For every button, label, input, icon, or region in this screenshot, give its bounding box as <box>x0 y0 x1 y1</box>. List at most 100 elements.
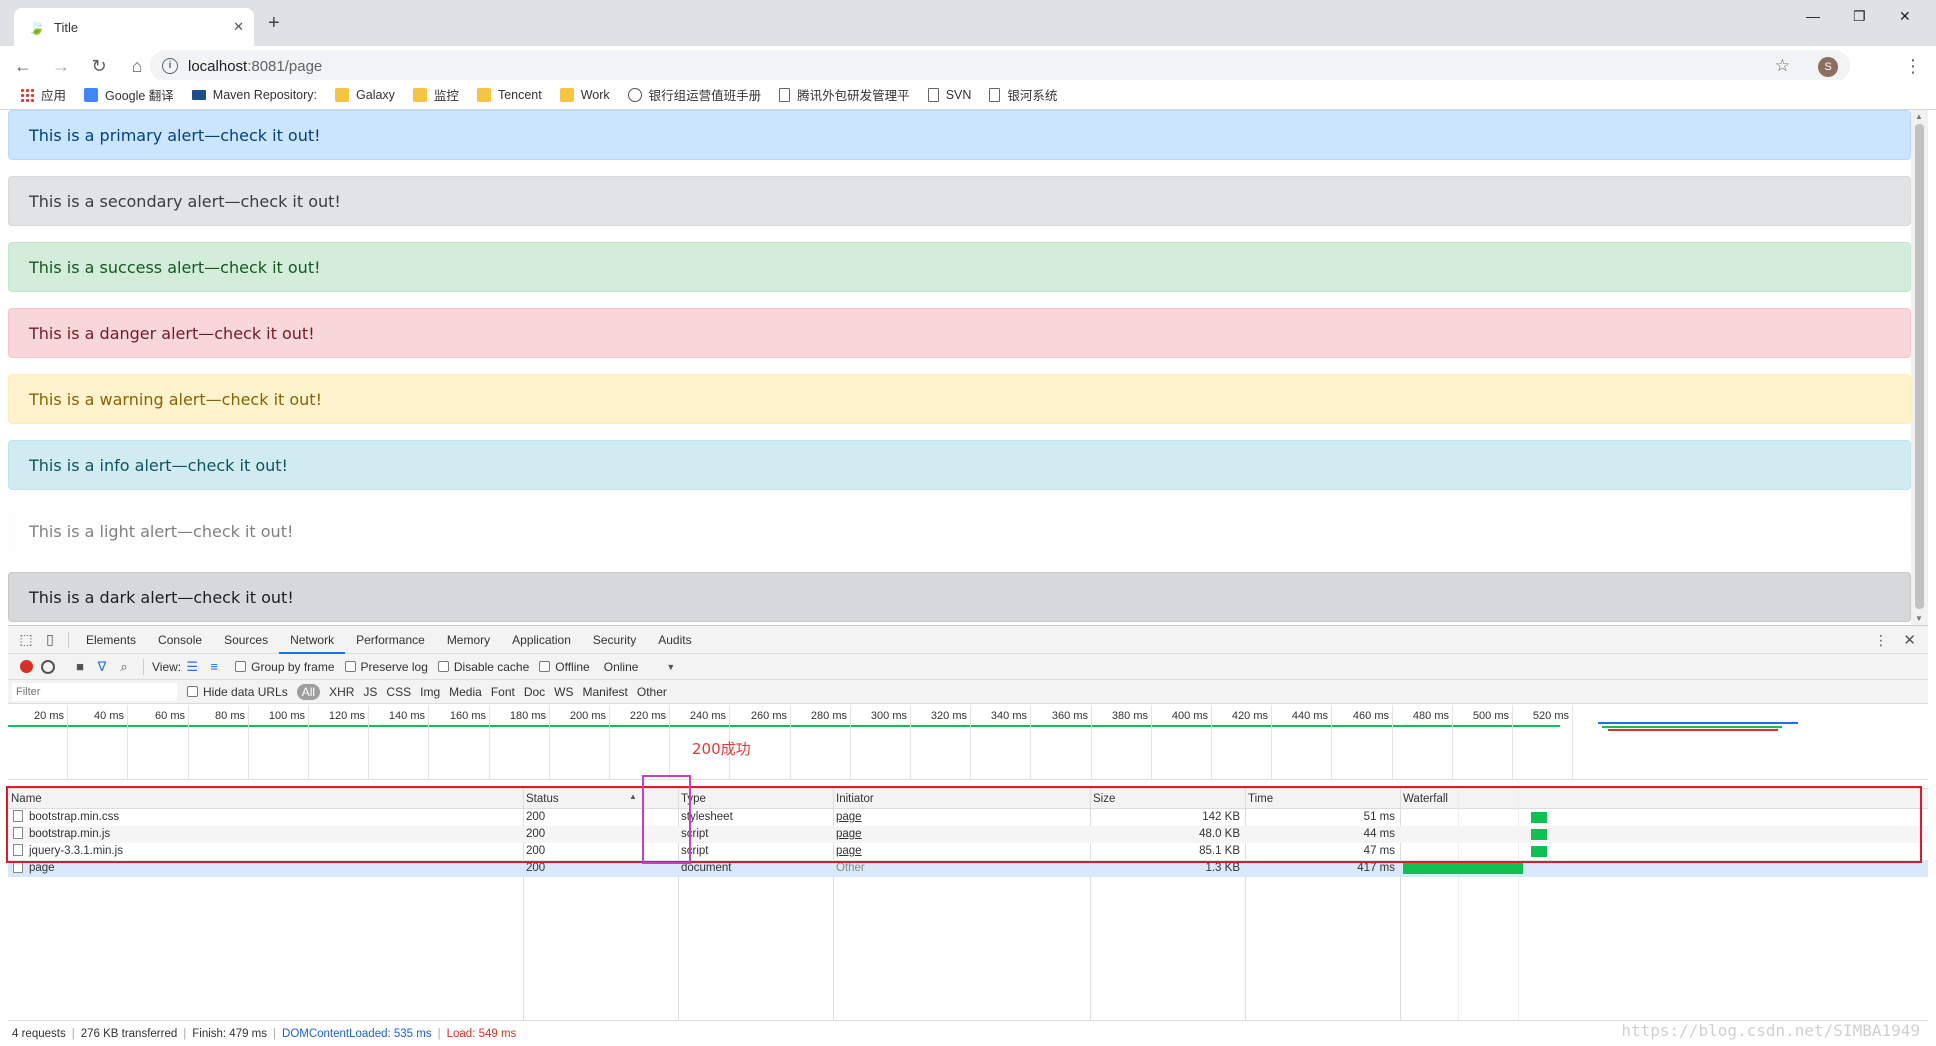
folder-icon <box>335 87 350 102</box>
tab-elements[interactable]: Elements <box>75 626 147 654</box>
scroll-up-icon[interactable]: ▲ <box>1915 112 1923 121</box>
alert: This is a primary alert—check it out! <box>8 110 1911 160</box>
minimize-icon[interactable]: — <box>1806 8 1820 24</box>
filter-type-xhr[interactable]: XHR <box>329 685 354 699</box>
finish-time: Finish: 479 ms <box>192 1028 268 1040</box>
scrollbar-thumb[interactable] <box>1915 124 1924 609</box>
waterfall-view-icon[interactable]: ≡ <box>203 659 225 674</box>
alert-text: This is a warning alert—check it out! <box>29 389 322 409</box>
scroll-down-icon[interactable]: ▼ <box>1915 614 1923 623</box>
tab-memory[interactable]: Memory <box>436 626 501 654</box>
filter-type-doc[interactable]: Doc <box>524 685 545 699</box>
alert: This is a light alert—check it out! <box>8 506 1911 556</box>
bookmark-label: Work <box>580 87 610 102</box>
tab-security[interactable]: Security <box>582 626 647 654</box>
tab-sources[interactable]: Sources <box>213 626 279 654</box>
bookmark-item[interactable]: Galaxy <box>335 87 395 102</box>
alert: This is a danger alert—check it out! <box>8 308 1911 358</box>
highlight-box-magenta <box>642 775 691 864</box>
devtools-more-icon[interactable]: ⋮ <box>1874 632 1888 649</box>
tab-network[interactable]: Network <box>279 626 346 654</box>
new-tab-button[interactable]: + <box>268 12 280 35</box>
device-toolbar-icon[interactable]: ▯ <box>38 631 62 648</box>
bookmark-label: Tencent <box>497 87 542 102</box>
folder-icon <box>559 87 574 102</box>
filter-type-other[interactable]: Other <box>637 685 667 699</box>
close-window-icon[interactable]: ✕ <box>1899 8 1911 25</box>
large-rows-icon[interactable]: ☰ <box>181 659 203 675</box>
filter-type-js[interactable]: JS <box>363 685 377 699</box>
bookmark-item[interactable]: 腾讯外包研发管理平 <box>779 85 910 104</box>
clear-icon[interactable] <box>41 659 55 674</box>
hide-data-urls-label: Hide data URLs <box>203 684 288 699</box>
tab-application[interactable]: Application <box>501 626 582 654</box>
filter-icon[interactable]: ∇ <box>91 659 113 675</box>
reload-icon[interactable]: ↻ <box>84 56 114 77</box>
record-icon[interactable] <box>20 660 33 673</box>
watermark: https://blog.csdn.net/SIMBA1949 <box>1621 1021 1920 1040</box>
bookmark-item[interactable]: Tencent <box>476 87 542 102</box>
restore-icon[interactable]: ❐ <box>1853 8 1866 25</box>
bookmark-item[interactable]: 银河系统 <box>989 85 1057 104</box>
bookmark-item[interactable]: Google 翻译 <box>84 85 174 104</box>
timeline-tick-label: 520 ms <box>1532 710 1569 722</box>
filter-type-font[interactable]: Font <box>491 685 515 699</box>
address-bar[interactable]: i localhost:8081/page ☆ S <box>150 50 1850 82</box>
filter-type-media[interactable]: Media <box>449 685 482 699</box>
page-viewport: This is a primary alert—check it out! Thi… <box>8 110 1928 625</box>
view-label: View: <box>152 659 182 674</box>
bookmark-star-icon[interactable]: ☆ <box>1775 56 1790 76</box>
offline-label: Offline <box>555 659 590 674</box>
bookmark-item[interactable]: Work <box>559 87 610 102</box>
screenshot-icon[interactable]: ■ <box>69 659 91 674</box>
browser-menu-icon[interactable]: ⋮ <box>1904 56 1922 77</box>
cell-initiator-text: Other <box>836 862 865 874</box>
forward-icon[interactable]: → <box>46 56 76 77</box>
filter-type-img[interactable]: Img <box>420 685 440 699</box>
bookmark-item[interactable]: 应用 <box>20 85 66 104</box>
close-tab-icon[interactable]: ✕ <box>233 19 244 35</box>
filter-type-manifest[interactable]: Manifest <box>583 685 628 699</box>
devtools-close-icon[interactable]: ✕ <box>1903 631 1916 649</box>
filter-input[interactable] <box>12 682 177 701</box>
back-icon[interactable]: ← <box>8 56 38 77</box>
offline-checkbox[interactable] <box>539 661 551 672</box>
url-host: localhost <box>188 57 248 75</box>
chevron-down-icon[interactable]: ▼ <box>666 662 675 672</box>
filter-type-all[interactable]: All <box>296 683 321 700</box>
filter-type-ws[interactable]: WS <box>554 685 573 699</box>
preserve-log-checkbox[interactable] <box>344 661 356 672</box>
url-path: :8081/page <box>247 57 323 75</box>
page-scrollbar[interactable]: ▲ ▼ <box>1911 110 1928 625</box>
throttling-select[interactable]: Online <box>604 660 639 674</box>
network-toolbar: ■ ∇ ⌕ View: ☰ ≡ Group by frame Preserve … <box>8 654 1928 680</box>
folder-icon <box>476 87 491 102</box>
group-by-frame-checkbox[interactable] <box>235 661 247 672</box>
overview-blue-line <box>1598 722 1798 724</box>
bookmark-label: 银行组运营值班手册 <box>648 89 762 103</box>
alert-text: This is a success alert—check it out! <box>29 257 321 277</box>
tab-audits[interactable]: Audits <box>647 626 702 654</box>
tab-console[interactable]: Console <box>147 626 213 654</box>
tab-performance[interactable]: Performance <box>345 626 436 654</box>
bookmark-item[interactable]: Maven Repository: <box>191 88 317 102</box>
bookmark-item[interactable]: 银行组运营值班手册 <box>627 85 762 104</box>
filter-type-css[interactable]: CSS <box>386 685 411 699</box>
alert-text: This is a light alert—check it out! <box>29 521 294 541</box>
browser-tab[interactable]: 🍃 Title ✕ <box>14 8 254 46</box>
bookmark-label: SVN <box>945 87 972 102</box>
hide-data-urls-checkbox[interactable] <box>187 686 198 697</box>
search-icon[interactable]: ⌕ <box>113 659 135 675</box>
avatar[interactable]: S <box>1818 57 1838 77</box>
highlight-box-red <box>6 786 1922 863</box>
info-icon[interactable]: i <box>162 58 178 74</box>
bookmark-item[interactable]: SVN <box>927 87 972 102</box>
bookmark-label: Galaxy <box>356 87 395 102</box>
leaf-icon: 🍃 <box>28 19 46 35</box>
divider <box>68 631 69 648</box>
disable-cache-checkbox[interactable] <box>437 661 449 672</box>
home-icon[interactable]: ⌂ <box>122 56 152 77</box>
inspect-element-icon[interactable]: ⬚ <box>14 631 38 648</box>
bookmark-item[interactable]: 监控 <box>412 85 459 104</box>
timeline-gridline <box>8 705 1573 780</box>
